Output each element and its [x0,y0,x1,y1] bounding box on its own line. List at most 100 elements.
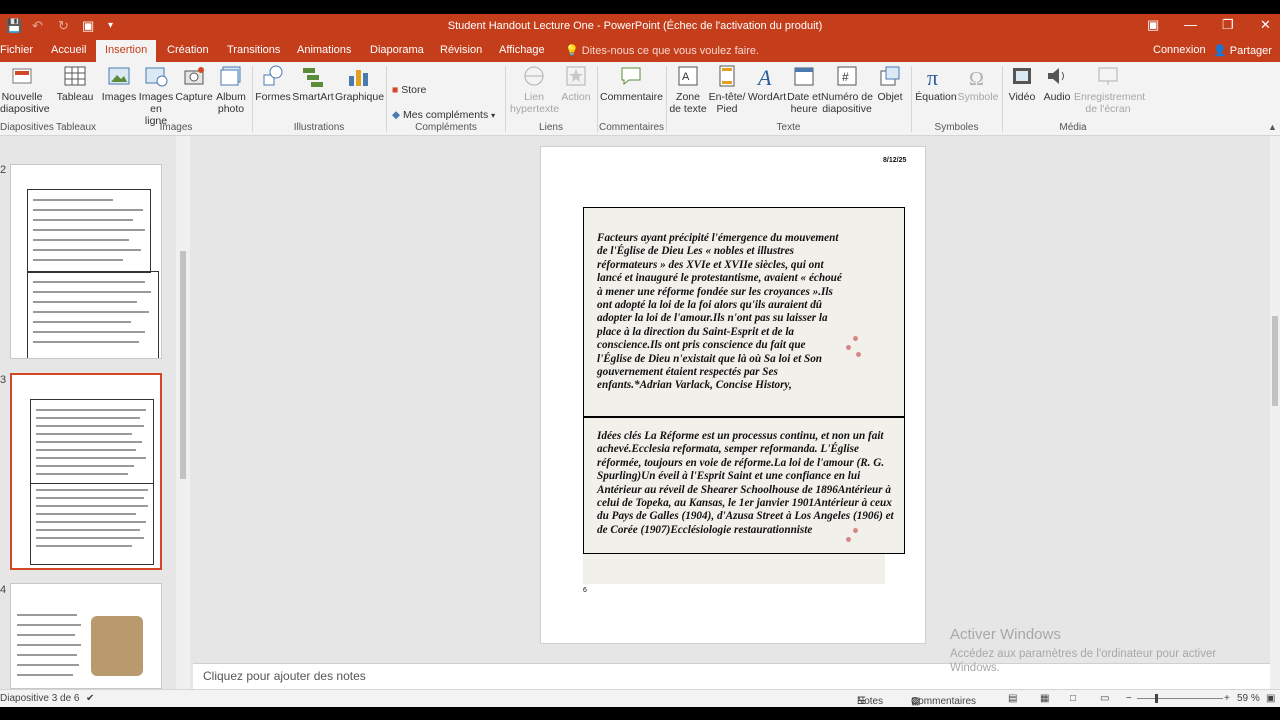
textbox-label: Zone de texte [669,91,707,115]
scrollbar-thumb[interactable] [1272,316,1278,406]
online-images-button[interactable]: Images en ligne [138,64,174,127]
video-button[interactable]: Vidéo [1005,64,1039,103]
hyperlink-label: Lien hypertexte [510,91,560,115]
table-button[interactable]: Tableau [55,64,95,103]
zoom-slider[interactable] [1137,698,1223,699]
tab-design[interactable]: Création [167,44,209,56]
fit-slide-icon[interactable]: ▣ [1266,693,1275,704]
action-button[interactable]: Action [559,64,593,103]
new-slide-button[interactable]: Nouvelle diapositive [0,64,50,115]
close-icon[interactable]: ✕ [1260,17,1271,33]
tab-insert[interactable]: Insertion [96,40,157,62]
notes-placeholder: Cliquez pour ajouter des notes [203,669,366,683]
svg-text:Ω: Ω [969,68,984,88]
screen-recording-button[interactable]: Enregistrement de l'écran [1074,64,1146,115]
tell-me-box[interactable]: 💡 Dites-nous ce que vous voulez faire. [565,44,759,57]
canvas-scrollbar[interactable] [1270,136,1280,689]
zoom-level[interactable]: 59 % [1237,693,1260,704]
shapes-label: Formes [255,91,291,103]
group-media: Média [1059,122,1087,133]
thumbnail-number: 4 [0,584,7,596]
chart-button[interactable]: Graphique [335,64,385,103]
wordart-button[interactable]: A WordArt [747,64,787,103]
text-box-2[interactable]: Idées clés La Réforme est un processus c… [583,417,905,554]
tab-transitions[interactable]: Transitions [227,44,280,56]
maximize-icon[interactable]: ❐ [1222,17,1234,33]
tab-review[interactable]: Révision [440,44,482,56]
signin-link[interactable]: Connexion [1153,44,1206,56]
audio-button[interactable]: Audio [1040,64,1074,103]
slide-number-button[interactable]: # Numéro de diapositive [820,64,874,115]
tab-view[interactable]: Affichage [499,44,545,56]
spelling-icon[interactable]: ✔ [86,693,94,704]
wordart-label: WordArt [747,91,787,103]
camera-icon [184,67,204,85]
store-button[interactable]: ■ Store [392,84,426,96]
wordart-icon: A [756,65,772,88]
text-box-1[interactable]: Facteurs ayant précipité l'émergence du … [583,207,905,417]
svg-text:#: # [842,70,849,84]
comments-label: Commentaires [911,696,977,707]
video-label: Vidéo [1008,91,1036,103]
album-label: Album photo [216,91,246,115]
my-addins-label: Mes compléments [403,109,489,121]
scrollbar-thumb[interactable] [180,251,186,479]
my-addins-button[interactable]: ◆ Mes compléments ▾ [392,109,495,122]
comment-button[interactable]: Commentaire [600,64,663,103]
minimize-icon[interactable]: — [1184,17,1197,32]
screen-record-icon [1098,67,1118,85]
ribbon-tabs: Fichier Accueil Insertion Création Trans… [0,40,1280,62]
slide-counter: Diapositive 3 de 6 [0,693,80,704]
slide-thumbnail-2[interactable] [10,164,162,359]
slide-canvas: 8/12/25 Facteurs ayant précipité l'émerg… [193,136,1270,663]
person-icon: 👤 [1213,45,1227,57]
photo-album-button[interactable]: Album photo [212,64,250,115]
slide-sorter-icon[interactable]: ▦ [1040,693,1049,704]
hyperlink-button[interactable]: Lien hypertexte [510,64,560,115]
screen-recording-label: Enregistrement de l'écran [1074,91,1146,115]
svg-text:A: A [756,65,772,88]
textbox-button[interactable]: A Zone de texte [669,64,707,115]
text-box-1-content: Facteurs ayant précipité l'émergence du … [597,232,842,392]
slideshow-icon[interactable]: ▭ [1100,693,1109,704]
ribbon-display-icon[interactable]: ▣ [1147,17,1159,33]
collapse-ribbon-icon[interactable]: ▲ [1268,122,1277,132]
slide-number-label: Numéro de diapositive [821,91,873,115]
notes-label: Notes [857,696,884,707]
zoom-out-icon[interactable]: − [1126,693,1132,704]
normal-view-icon[interactable]: ▤ [1008,693,1017,704]
shapes-button[interactable]: Formes [255,64,291,103]
equation-button[interactable]: π Équation [914,64,958,103]
pi-icon: π [927,65,938,88]
online-picture-icon [145,67,168,87]
star-icon [566,66,586,86]
zoom-in-icon[interactable]: + [1224,693,1230,704]
album-icon [220,66,241,86]
tab-animations[interactable]: Animations [297,44,351,56]
header-footer-button[interactable]: En-tête/ Pied [707,64,747,115]
zoom-slider-thumb[interactable] [1155,694,1158,703]
shapes-icon [263,65,283,86]
slide-thumbnail-3[interactable] [10,373,162,570]
images-label: Images [101,91,137,103]
tab-file[interactable]: Fichier [0,44,33,56]
group-images: Images [159,122,193,133]
slide-thumbnail-4[interactable] [10,583,162,689]
tell-me-text: Dites-nous ce que vous voulez faire. [581,45,760,57]
reading-view-icon[interactable]: □ [1070,693,1076,704]
thumbnails-scrollbar[interactable] [176,136,190,689]
chart-label: Graphique [335,91,385,103]
capture-button[interactable]: Capture [175,64,213,103]
symbol-button[interactable]: Ω Symbole [957,64,999,103]
smartart-button[interactable]: SmartArt [292,64,334,103]
smartart-icon [303,68,323,87]
tab-home[interactable]: Accueil [51,44,86,56]
watermark-title: Activer Windows [950,626,1061,643]
date-time-button[interactable]: Date et heure [787,64,821,115]
tab-slideshow[interactable]: Diaporama [370,44,424,56]
symbol-label: Symbole [957,91,999,103]
share-button[interactable]: 👤 Partager [1213,44,1272,57]
images-button[interactable]: Images [101,64,137,103]
watermark-subtitle: Accédez aux paramètres de l'ordinateur p… [950,648,1217,674]
object-button[interactable]: Objet [874,64,906,103]
